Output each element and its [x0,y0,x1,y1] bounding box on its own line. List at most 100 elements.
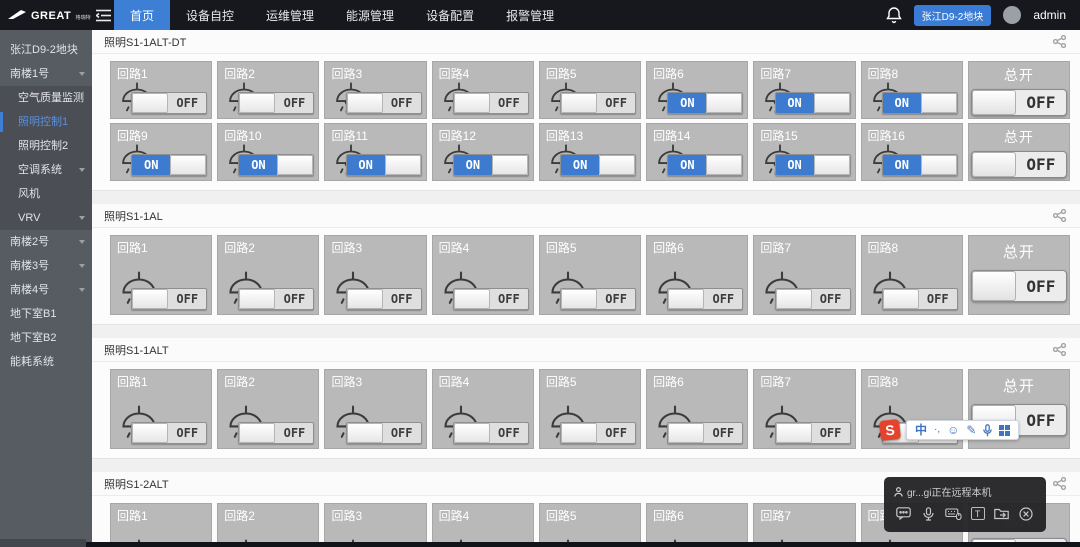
nav-item-3[interactable]: 能源管理 [330,0,410,30]
circuit-toggle[interactable]: ON [882,92,958,114]
circuit-toggle[interactable]: ON [775,154,851,176]
circuit-toggle[interactable]: OFF [453,288,529,310]
sidebar-item-1[interactable]: 南楼1号 [0,62,92,86]
sidebar-item-12[interactable]: 地下室B2 [0,326,92,350]
circuit-toggle[interactable]: ON [775,92,851,114]
circuit-toggle[interactable]: OFF [238,422,314,444]
nav-item-2[interactable]: 运维管理 [250,0,330,30]
circuit-toggle[interactable]: ON [667,154,743,176]
toggle-knob [454,289,490,309]
circuit-toggle[interactable]: OFF [560,422,636,444]
circuit-label: 回路1 [111,62,211,82]
ime-skin-grid-icon[interactable] [999,425,1010,436]
share-icon[interactable] [1053,343,1066,356]
circuit-toggle[interactable]: OFF [560,288,636,310]
circuit-toggle[interactable]: OFF [667,422,743,444]
ime-handwriting-icon[interactable]: ✎ [966,424,976,436]
control-keyboard-icon[interactable] [945,506,962,521]
circuit-card: 回路4OFF [432,503,534,547]
circuit-toggle[interactable]: OFF [346,422,422,444]
app-logo: GREAT 格瑞特 [0,0,92,30]
circuit-toggle[interactable]: OFF [775,288,851,310]
circuit-card: 回路1OFF [110,503,212,547]
toggle-state-label: ON [776,93,814,113]
toggle-knob [921,155,957,175]
toggle-state-label: OFF [597,93,635,113]
circuit-toggle[interactable]: OFF [667,288,743,310]
close-icon[interactable] [1018,506,1035,521]
toggle-knob [972,152,1016,177]
sidebar-item-5[interactable]: 空调系统 [0,158,92,182]
toggle-state-label: OFF [1016,90,1066,115]
sidebar-item-13[interactable]: 能耗系统 [0,350,92,374]
toggle-knob [561,423,597,443]
circuit-toggle[interactable]: OFF [131,422,207,444]
toggle-knob [814,155,850,175]
menu-fold-icon[interactable] [92,0,114,30]
circuit-toggle[interactable]: OFF [882,288,958,310]
circuit-toggle[interactable]: ON [131,154,207,176]
master-switch-card: 总开OFF [968,235,1070,315]
sidebar-item-0[interactable]: 张江D9-2地块 [0,38,92,62]
site-badge[interactable]: 张江D9-2地块 [914,5,992,26]
sidebar-item-2[interactable]: 空气质量监测 [0,86,92,110]
sidebar-item-9[interactable]: 南楼3号 [0,254,92,278]
ime-logo-icon[interactable]: S [879,419,901,441]
master-toggle[interactable]: OFF [971,89,1067,116]
circuit-label: 回路3 [325,62,425,82]
circuit-card: 回路7OFF [753,235,855,315]
ime-punctuation-toggle[interactable]: ·, [934,425,940,435]
share-icon[interactable] [1053,209,1066,222]
sidebar-item-7[interactable]: VRV [0,206,92,230]
circuit-label: 回路2 [218,370,318,390]
notification-bell-icon[interactable] [886,6,902,24]
sidebar-item-3[interactable]: 照明控制1 [0,110,92,134]
circuit-toggle[interactable]: OFF [346,288,422,310]
circuit-toggle[interactable]: ON [238,154,314,176]
nav-item-5[interactable]: 报警管理 [490,0,570,30]
file-transfer-icon[interactable] [993,506,1010,521]
circuit-row: 回路1OFF回路2OFF回路3OFF回路4OFF回路5OFF回路6OFF回路7O… [110,235,1070,315]
circuit-toggle[interactable]: OFF [775,422,851,444]
nav-item-0[interactable]: 首页 [114,0,170,30]
circuit-toggle[interactable]: ON [346,154,422,176]
user-avatar[interactable] [1003,6,1021,24]
circuit-toggle[interactable]: OFF [131,92,207,114]
sidebar-item-8[interactable]: 南楼2号 [0,230,92,254]
circuit-toggle[interactable]: OFF [238,92,314,114]
circuit-toggle[interactable]: OFF [238,288,314,310]
share-icon[interactable] [1053,477,1066,490]
microphone-icon[interactable] [920,506,937,521]
master-toggle[interactable]: OFF [971,151,1067,178]
nav-item-1[interactable]: 设备自控 [170,0,250,30]
toggle-knob [706,93,742,113]
username-label[interactable]: admin [1033,8,1066,22]
ime-lang-toggle[interactable]: 中 [915,424,927,436]
circuit-toggle[interactable]: ON [453,154,529,176]
text-tool-icon[interactable]: T [971,507,985,520]
toggle-knob [454,423,490,443]
circuit-toggle[interactable]: OFF [453,92,529,114]
logo-swoosh-icon [7,9,27,21]
circuit-toggle[interactable]: ON [667,92,743,114]
lighting-section-0: 照明S1-1ALT-DT回路1OFF回路2OFF回路3OFF回路4OFF回路5O… [92,30,1080,191]
nav-item-4[interactable]: 设备配置 [410,0,490,30]
circuit-toggle[interactable]: OFF [453,422,529,444]
circuit-toggle[interactable]: OFF [131,288,207,310]
circuit-toggle[interactable]: OFF [560,92,636,114]
sidebar-item-10[interactable]: 南楼4号 [0,278,92,302]
sidebar-item-11[interactable]: 地下室B1 [0,302,92,326]
ime-emoji-icon[interactable]: ☺ [947,424,959,436]
master-toggle[interactable]: OFF [971,270,1067,302]
toggle-knob [921,93,957,113]
share-icon[interactable] [1053,35,1066,48]
toggle-knob [132,93,168,113]
circuit-toggle[interactable]: OFF [346,92,422,114]
circuit-toggle[interactable]: ON [882,154,958,176]
ime-voice-icon[interactable] [983,424,992,437]
chat-icon[interactable] [895,506,912,521]
sidebar-item-4[interactable]: 照明控制2 [0,134,92,158]
sidebar-item-6[interactable]: 风机 [0,182,92,206]
circuit-toggle[interactable]: ON [560,154,636,176]
circuit-card: 回路5OFF [539,369,641,449]
